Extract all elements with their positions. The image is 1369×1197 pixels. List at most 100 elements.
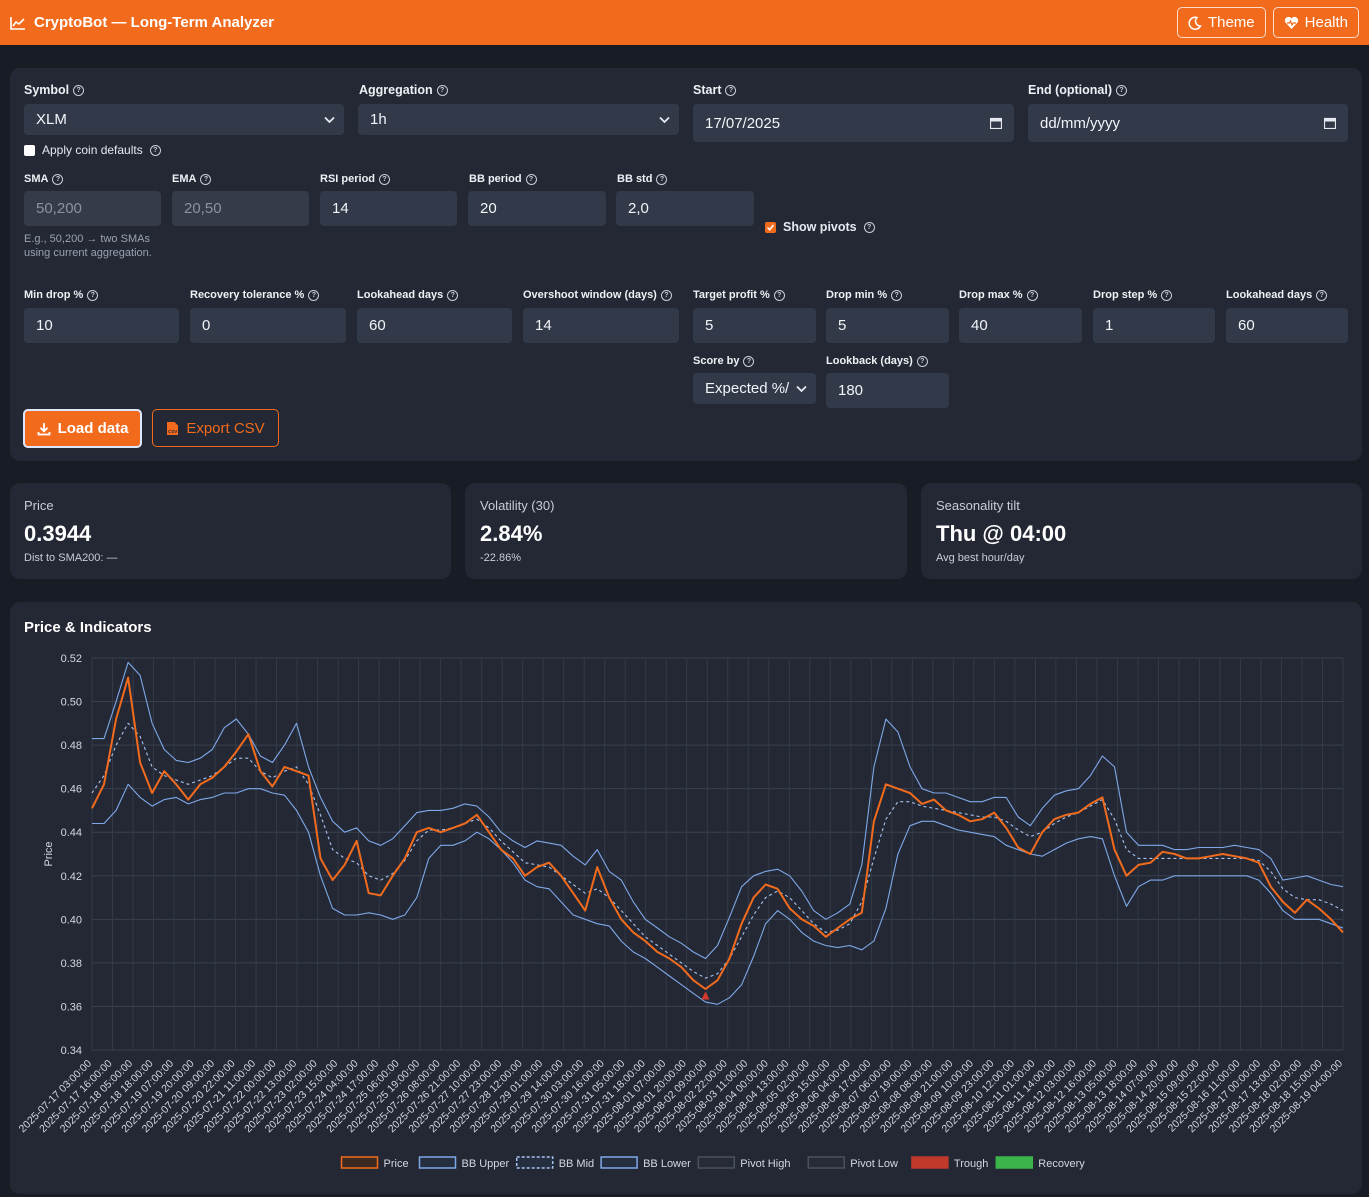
symbol-value: XLM: [36, 111, 67, 128]
help-icon[interactable]: ?: [891, 289, 903, 301]
drop-min-label: Drop min %?: [826, 289, 903, 301]
stat-label: Price: [24, 498, 54, 513]
ema-value: 20,50: [184, 200, 222, 217]
bb-period-input[interactable]: 20: [468, 191, 606, 226]
help-icon[interactable]: ?: [743, 355, 755, 367]
ema-input[interactable]: 20,50: [172, 191, 309, 226]
stat-subtext: Dist to SMA200: —: [24, 552, 118, 564]
help-icon[interactable]: ?: [1116, 84, 1128, 96]
recovery-tolerance-input[interactable]: 0: [190, 308, 346, 343]
help-icon[interactable]: ?: [660, 289, 672, 301]
rsi-period-input[interactable]: 14: [320, 191, 457, 226]
help-icon[interactable]: ?: [863, 221, 875, 233]
sma-input[interactable]: 50,200: [24, 191, 161, 226]
drop-max-label: Drop max %?: [959, 289, 1038, 301]
calendar-icon[interactable]: [1324, 117, 1336, 129]
symbol-label: Symbol?: [24, 83, 85, 97]
help-icon[interactable]: ?: [447, 289, 459, 301]
apply-defaults-checkbox-row[interactable]: Apply coin defaults ?: [24, 143, 161, 157]
rsi-value: 14: [332, 200, 349, 217]
help-icon[interactable]: ?: [525, 173, 537, 185]
help-icon[interactable]: ?: [436, 84, 448, 96]
start-date-input[interactable]: 17/07/2025: [693, 104, 1014, 142]
overshoot-window-input[interactable]: 14: [523, 308, 679, 343]
lookahead-days-right-input[interactable]: 60: [1226, 308, 1348, 343]
heart-pulse-icon: [1284, 16, 1298, 29]
score-by-value: Expected %/: [705, 380, 790, 397]
help-icon[interactable]: ?: [916, 355, 928, 367]
chevron-down-icon: [324, 116, 335, 123]
chevron-down-icon: [659, 116, 670, 123]
score-by-select[interactable]: Expected %/: [693, 373, 816, 404]
aggregation-value: 1h: [370, 111, 387, 128]
symbol-select[interactable]: XLM: [24, 104, 344, 135]
apply-defaults-checkbox[interactable]: [24, 144, 35, 156]
lookback-value: 180: [838, 382, 864, 399]
start-label: Start?: [693, 83, 737, 97]
start-date-value: 17/07/2025: [705, 114, 781, 132]
lookback-input[interactable]: 180: [826, 373, 949, 408]
help-icon[interactable]: ?: [1026, 289, 1038, 301]
drop-max-input[interactable]: 40: [959, 308, 1082, 343]
sma-hint: E.g., 50,200 → two SMAs using current ag…: [24, 233, 152, 259]
help-icon[interactable]: ?: [87, 289, 99, 301]
stat-subtext: Avg best hour/day: [936, 552, 1025, 564]
seasonality-stat-card: Seasonality tilt Thu @ 04:00 Avg best ho…: [921, 483, 1362, 579]
chart-panel-title: Price & Indicators: [24, 619, 152, 636]
target-profit-input[interactable]: 5: [693, 308, 816, 343]
recovery-tolerance-label: Recovery tolerance %?: [190, 289, 320, 301]
help-icon[interactable]: ?: [200, 173, 212, 185]
stat-value: Thu @ 04:00: [936, 521, 1067, 546]
theme-button[interactable]: Theme: [1176, 7, 1266, 38]
lookback-label: Lookback (days)?: [826, 355, 928, 367]
min-drop-value: 10: [36, 317, 53, 334]
volatility-stat-card: Volatility (30) 2.84% -22.86%: [465, 483, 907, 579]
load-data-button[interactable]: Load data: [23, 409, 142, 448]
help-icon[interactable]: ?: [52, 173, 64, 185]
stat-label: Volatility (30): [480, 498, 555, 513]
end-date-placeholder: dd/mm/yyyy: [1040, 114, 1121, 132]
drop-step-input[interactable]: 1: [1093, 308, 1215, 343]
aggregation-select[interactable]: 1h: [358, 104, 679, 135]
export-csv-label: Export CSV: [186, 419, 265, 437]
calendar-icon[interactable]: [990, 117, 1002, 129]
lookahead-days-input[interactable]: 60: [357, 308, 512, 343]
sma-label: SMA?: [24, 173, 64, 185]
help-icon[interactable]: ?: [149, 144, 161, 156]
check-icon: [766, 224, 775, 231]
help-icon[interactable]: ?: [656, 173, 668, 185]
drop-min-input[interactable]: 5: [826, 308, 949, 343]
bb-std-label: BB std?: [617, 173, 668, 185]
drop-step-value: 1: [1105, 317, 1114, 334]
health-button[interactable]: Health: [1272, 7, 1359, 38]
app-title: CryptoBot — Long-Term Analyzer: [34, 14, 275, 31]
min-drop-input[interactable]: 10: [24, 308, 179, 343]
help-icon[interactable]: ?: [1316, 289, 1328, 301]
recovery-tolerance-value: 0: [202, 317, 211, 334]
end-date-input[interactable]: dd/mm/yyyy: [1028, 104, 1348, 142]
chart-line-icon: [10, 16, 25, 30]
chart-panel: Price & Indicators: [10, 602, 1362, 1194]
help-icon[interactable]: ?: [379, 173, 391, 185]
rsi-label: RSI period?: [320, 173, 391, 185]
help-icon[interactable]: ?: [308, 289, 320, 301]
lookahead-days-label: Lookahead days?: [357, 289, 459, 301]
download-icon: [37, 422, 50, 435]
show-pivots-checkbox[interactable]: [765, 221, 776, 233]
export-csv-button[interactable]: CSV Export CSV: [152, 409, 279, 447]
help-icon[interactable]: ?: [725, 84, 737, 96]
moon-icon: [1188, 15, 1202, 30]
show-pivots-label: Show pivots: [783, 220, 857, 234]
bb-std-input[interactable]: 2,0: [616, 191, 754, 226]
help-icon[interactable]: ?: [773, 289, 785, 301]
show-pivots-row[interactable]: Show pivots ?: [765, 220, 875, 234]
ema-label: EMA?: [172, 173, 212, 185]
drop-step-label: Drop step %?: [1093, 289, 1173, 301]
top-bar: CryptoBot — Long-Term Analyzer Theme Hea…: [0, 0, 1369, 45]
target-profit-value: 5: [705, 317, 714, 334]
stat-subtext: -22.86%: [480, 552, 521, 564]
help-icon[interactable]: ?: [73, 84, 85, 96]
sma-value: 50,200: [36, 200, 82, 217]
overshoot-window-label: Overshoot window (days)?: [523, 289, 672, 301]
help-icon[interactable]: ?: [1161, 289, 1173, 301]
